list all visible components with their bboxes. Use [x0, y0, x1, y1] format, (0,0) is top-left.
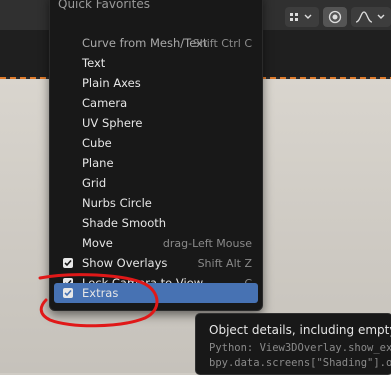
menu-item-label: Curve from Mesh/Text: [82, 36, 208, 50]
menu-item-shade-smooth[interactable]: Shade Smooth: [54, 213, 258, 233]
tooltip-python-path: Python: View3DOverlay.show_ext: [209, 342, 391, 354]
menu-item-uv-sphere[interactable]: UV Sphere: [54, 113, 258, 133]
falloff-curve-icon: [355, 11, 385, 23]
menu-item-plane[interactable]: Plane: [54, 153, 258, 173]
menu-item-move[interactable]: Move drag-Left Mouse: [54, 233, 258, 253]
menu-item-shortcut: Shift Alt Z: [197, 256, 252, 270]
menu-item-label: Camera: [82, 96, 128, 110]
transform-pivot-dropdown[interactable]: [285, 7, 319, 27]
quick-favorites-menu: Quick Favorites Curve from Mesh/Text Shi…: [49, 0, 263, 311]
proportional-icon: [328, 10, 342, 24]
checkbox-checked-icon[interactable]: [63, 258, 73, 268]
tooltip: Object details, including empty wire, Py…: [195, 313, 391, 375]
menu-item-label: UV Sphere: [82, 116, 143, 130]
proportional-edit-toggle[interactable]: [323, 7, 347, 27]
header-widgets: [285, 6, 391, 28]
menu-item-label: Plane: [82, 156, 114, 170]
menu-item-label: Show Overlays: [82, 256, 168, 270]
menu-item-plain-axes[interactable]: Plain Axes: [54, 73, 258, 93]
tooltip-description: Object details, including empty wire,: [209, 323, 391, 337]
grid-icon: [290, 13, 312, 21]
menu-title: Quick Favorites: [58, 0, 150, 11]
falloff-dropdown[interactable]: [351, 7, 391, 27]
menu-item-cube[interactable]: Cube: [54, 133, 258, 153]
menu-item-grid[interactable]: Grid: [54, 173, 258, 193]
menu-item-nurbs-circle[interactable]: Nurbs Circle: [54, 193, 258, 213]
menu-item-label: Move: [82, 236, 113, 250]
menu-item-label: Shade Smooth: [82, 216, 167, 230]
menu-item-label: Text: [82, 56, 106, 70]
menu-item-label: Nurbs Circle: [82, 196, 152, 210]
menu-item-camera[interactable]: Camera: [54, 93, 258, 113]
menu-item-shortcut: Shift Ctrl C: [192, 36, 252, 50]
menu-item-curve-from-mesh[interactable]: Curve from Mesh/Text Shift Ctrl C: [54, 33, 258, 53]
menu-item-label: Grid: [82, 176, 107, 190]
menu-item-label: Cube: [82, 136, 112, 150]
tooltip-data-path: bpy.data.screens["Shading"].ove: [209, 357, 391, 369]
red-circle-annotation: [38, 273, 159, 328]
menu-item-text[interactable]: Text: [54, 53, 258, 73]
menu-item-shortcut: drag-Left Mouse: [162, 236, 252, 250]
menu-item-label: Plain Axes: [82, 76, 141, 90]
